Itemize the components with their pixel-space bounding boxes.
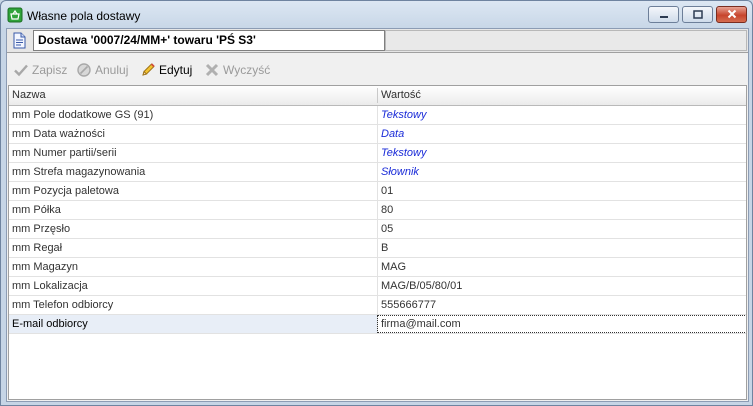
table-row[interactable]: mm Regał B (9, 239, 746, 258)
minimize-button[interactable] (648, 6, 679, 23)
column-header-name[interactable]: Nazwa (9, 86, 376, 105)
toolbar: Zapisz Anuluj Edytuj Wyczyść (7, 57, 748, 83)
field-value-cell[interactable]: MAG/B/05/80/01 (377, 277, 746, 295)
dialog-client-area: Dostawa '0007/24/MM+' towaru 'PŚ S3' Zap… (6, 28, 749, 402)
table-row[interactable]: mm Lokalizacja MAG/B/05/80/01 (9, 277, 746, 296)
field-name-cell[interactable]: mm Data ważności (9, 125, 376, 143)
close-button[interactable] (716, 6, 747, 23)
table-row[interactable]: mm Półka 80 (9, 201, 746, 220)
field-value-cell[interactable]: firma@mail.com (377, 315, 746, 333)
field-name-cell[interactable]: mm Pole dodatkowe GS (91) (9, 106, 376, 124)
field-name-cell[interactable]: mm Półka (9, 201, 376, 219)
field-name-cell[interactable]: mm Telefon odbiorcy (9, 296, 376, 314)
document-icon (11, 32, 27, 49)
table-row[interactable]: mm Strefa magazynowania Słownik (9, 163, 746, 182)
field-name-cell[interactable]: E-mail odbiorcy (9, 315, 376, 333)
clear-label: Wyczyść (223, 63, 271, 77)
document-header: Dostawa '0007/24/MM+' towaru 'PŚ S3' (7, 29, 748, 53)
field-value-cell[interactable]: Tekstowy (377, 106, 746, 124)
cancel-label: Anuluj (95, 63, 129, 77)
field-value-cell[interactable]: Słownik (377, 163, 746, 181)
cancel-button[interactable]: Anuluj (76, 61, 128, 79)
close-icon (727, 9, 736, 19)
title-bar[interactable]: Własne pola dostawy (1, 1, 752, 29)
x-icon (205, 63, 219, 77)
field-value-cell[interactable]: 80 (377, 201, 746, 219)
edit-label: Edytuj (159, 63, 193, 77)
field-value-cell[interactable]: 555666777 (377, 296, 746, 314)
table-row[interactable]: mm Magazyn MAG (9, 258, 746, 277)
grid-body: mm Pole dodatkowe GS (91) Tekstowy mm Data… (9, 106, 746, 334)
table-row[interactable]: mm Numer partii/serii Tekstowy (9, 144, 746, 163)
table-row[interactable]: mm Telefon odbiorcy 555666777 (9, 296, 746, 315)
document-title: Dostawa '0007/24/MM+' towaru 'PŚ S3' (33, 30, 385, 51)
column-header-value[interactable]: Wartość (378, 86, 745, 105)
field-name-cell[interactable]: mm Lokalizacja (9, 277, 376, 295)
table-row[interactable]: mm Data ważności Data (9, 125, 746, 144)
cancel-circle-icon (77, 63, 91, 77)
field-name-cell[interactable]: mm Pozycja paletowa (9, 182, 376, 200)
grid-header: Nazwa Wartość (9, 86, 746, 106)
table-row[interactable]: mm Pole dodatkowe GS (91) Tekstowy (9, 106, 746, 125)
save-button[interactable]: Zapisz (13, 61, 67, 79)
table-row[interactable]: mm Pozycja paletowa 01 (9, 182, 746, 201)
field-value-cell[interactable]: 01 (377, 182, 746, 200)
table-row[interactable]: E-mail odbiorcy firma@mail.com (9, 315, 746, 334)
field-value-cell[interactable]: Tekstowy (377, 144, 746, 162)
pencil-icon (142, 63, 155, 76)
table-row[interactable]: mm Przęsło 05 (9, 220, 746, 239)
green-basket-icon (7, 7, 23, 23)
document-header-filler (385, 30, 747, 51)
field-value-cell[interactable]: MAG (377, 258, 746, 276)
checkmark-icon (14, 64, 28, 77)
dialog-window: Własne pola dostawy Dostawa '0007/24/MM+… (0, 0, 753, 406)
edit-button[interactable]: Edytuj (140, 61, 192, 79)
fields-grid: Nazwa Wartość mm Pole dodatkowe GS (91) T… (8, 85, 747, 400)
save-label: Zapisz (32, 63, 68, 77)
window-title: Własne pola dostawy (27, 9, 141, 23)
clear-button[interactable]: Wyczyść (204, 61, 270, 79)
field-name-cell[interactable]: mm Numer partii/serii (9, 144, 376, 162)
field-value-cell[interactable]: Data (377, 125, 746, 143)
field-value-cell[interactable]: B (377, 239, 746, 257)
maximize-button[interactable] (682, 6, 713, 23)
field-name-cell[interactable]: mm Strefa magazynowania (9, 163, 376, 181)
field-name-cell[interactable]: mm Magazyn (9, 258, 376, 276)
field-name-cell[interactable]: mm Regał (9, 239, 376, 257)
field-name-cell[interactable]: mm Przęsło (9, 220, 376, 238)
field-value-cell[interactable]: 05 (377, 220, 746, 238)
